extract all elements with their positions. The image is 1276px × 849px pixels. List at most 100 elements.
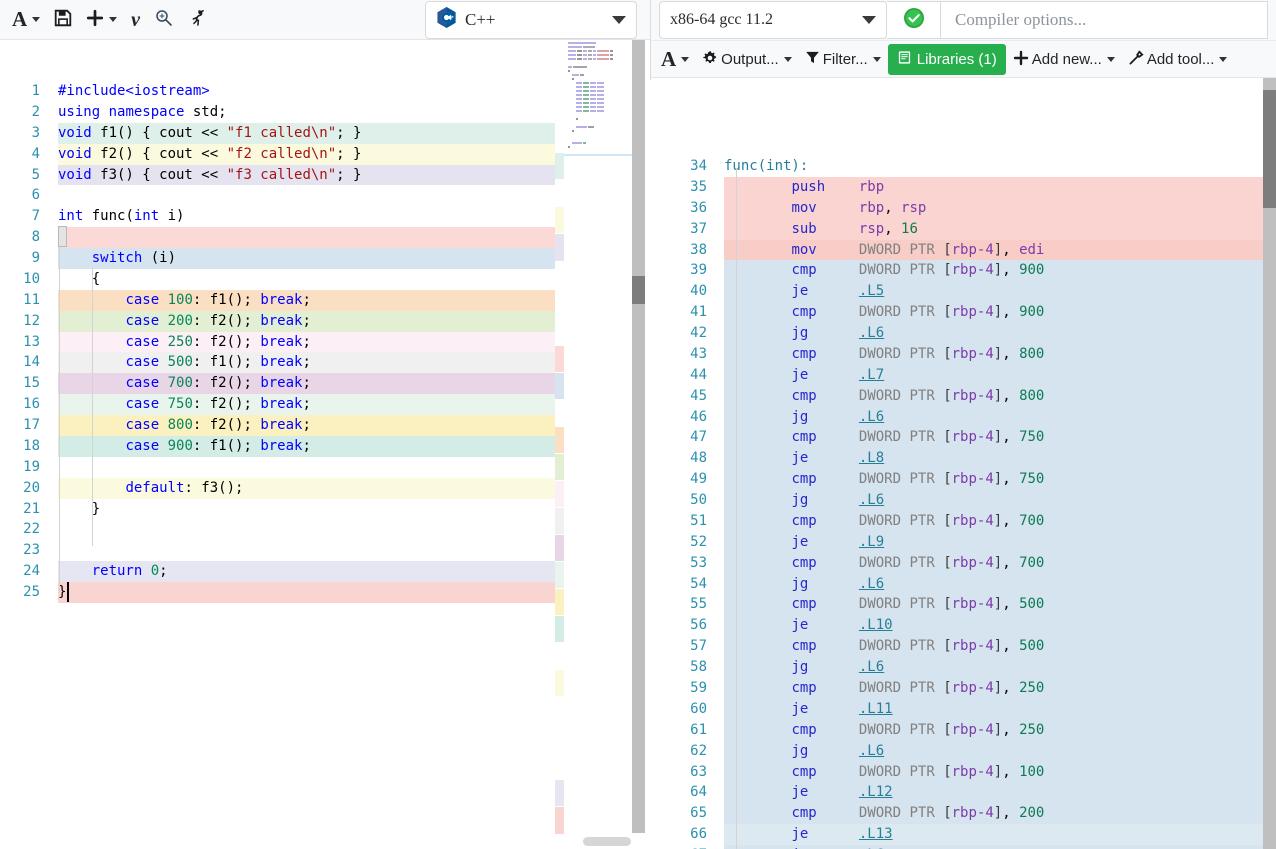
code-line[interactable]: 11 case 100: f1(); break; xyxy=(0,290,651,311)
code-line[interactable]: 55 cmp DWORD PTR [rbp-4], 500 xyxy=(651,594,1276,615)
code-line[interactable]: 16 case 750: f2(); break; xyxy=(0,394,651,415)
code-line[interactable]: 45 cmp DWORD PTR [rbp-4], 800 xyxy=(651,386,1276,407)
code-line[interactable]: 42 jg .L6 xyxy=(651,323,1276,344)
code-line[interactable]: 14 case 500: f1(); break; xyxy=(0,352,651,373)
assembly-output-editor[interactable]: 34func(int):35 push rbp36 mov rbp, rsp37… xyxy=(651,156,1276,849)
code-line[interactable]: 37 sub rsp, 16 xyxy=(651,219,1276,240)
code-line[interactable]: 67 jmp .L6 xyxy=(651,845,1276,849)
filter-button[interactable]: Filter... xyxy=(799,44,887,74)
code-line[interactable]: 63 cmp DWORD PTR [rbp-4], 100 xyxy=(651,762,1276,783)
code-line[interactable]: 18 case 900: f1(); break; xyxy=(0,436,651,457)
code-line[interactable]: 5void f3() { cout << "f3 called\n"; } xyxy=(0,165,651,186)
code-line[interactable]: 24 return 0; xyxy=(0,561,651,582)
code-line[interactable]: 13 case 250: f2(); break; xyxy=(0,332,651,353)
token[interactable]: .L5 xyxy=(859,283,884,299)
code-line[interactable]: 15 case 700: f2(); break; xyxy=(0,373,651,394)
code-line[interactable]: 23 xyxy=(0,540,651,561)
code-line[interactable]: 65 cmp DWORD PTR [rbp-4], 200 xyxy=(651,803,1276,824)
code-line[interactable]: 1#include<iostream> xyxy=(0,81,651,102)
code-line[interactable]: 25} xyxy=(0,582,651,603)
token: , xyxy=(1002,262,1019,278)
add-new-button[interactable]: Add new... xyxy=(1007,44,1121,74)
token[interactable]: .L6 xyxy=(859,743,884,759)
code-line[interactable]: 36 mov rbp, rsp xyxy=(651,198,1276,219)
code-line[interactable]: 54 jg .L6 xyxy=(651,574,1276,595)
source-horizontal-scrollbar[interactable] xyxy=(583,837,631,846)
code-line[interactable]: 20 default: f3(); xyxy=(0,478,651,499)
token[interactable]: .L8 xyxy=(859,450,884,466)
overview-ruler[interactable] xyxy=(555,40,564,849)
output-button[interactable]: Output... xyxy=(696,44,798,74)
token[interactable]: .L7 xyxy=(859,367,884,383)
token xyxy=(724,242,791,258)
code-line[interactable]: 56 je .L10 xyxy=(651,615,1276,636)
code-line[interactable]: 46 jg .L6 xyxy=(651,407,1276,428)
token[interactable]: .L6 xyxy=(859,576,884,592)
code-line[interactable]: 47 cmp DWORD PTR [rbp-4], 750 xyxy=(651,427,1276,448)
code-line[interactable]: 52 je .L9 xyxy=(651,532,1276,553)
code-line[interactable]: 2using namespace std; xyxy=(0,102,651,123)
minimap[interactable] xyxy=(564,40,632,849)
asm-font-size-button[interactable]: A xyxy=(655,44,695,74)
code-line[interactable]: 44 je .L7 xyxy=(651,365,1276,386)
code-line[interactable]: 51 cmp DWORD PTR [rbp-4], 700 xyxy=(651,511,1276,532)
compile-status[interactable] xyxy=(887,1,941,39)
overview-ruler-mark xyxy=(555,562,564,588)
code-line[interactable]: 8{ xyxy=(0,227,651,248)
code-line[interactable]: 35 push rbp xyxy=(651,177,1276,198)
code-line[interactable]: 59 cmp DWORD PTR [rbp-4], 250 xyxy=(651,678,1276,699)
token[interactable]: .L6 xyxy=(859,492,884,508)
code-line[interactable]: 60 je .L11 xyxy=(651,699,1276,720)
code-line[interactable]: 57 cmp DWORD PTR [rbp-4], 500 xyxy=(651,636,1276,657)
code-line[interactable]: 9 switch (i) xyxy=(0,248,651,269)
code-line[interactable]: 66 je .L13 xyxy=(651,824,1276,845)
token[interactable]: .L12 xyxy=(859,784,893,800)
asm-scrollbar-thumb[interactable] xyxy=(1263,90,1276,208)
token[interactable]: .L13 xyxy=(859,826,893,842)
code-line[interactable]: 38 mov DWORD PTR [rbp-4], edi xyxy=(651,240,1276,261)
code-line[interactable]: 6 xyxy=(0,185,651,206)
token[interactable]: .L11 xyxy=(859,701,893,717)
source-vertical-scrollbar[interactable] xyxy=(632,40,645,833)
ostrich-button[interactable] xyxy=(182,5,214,35)
code-line[interactable]: 49 cmp DWORD PTR [rbp-4], 750 xyxy=(651,469,1276,490)
code-line[interactable]: 53 cmp DWORD PTR [rbp-4], 700 xyxy=(651,553,1276,574)
code-line[interactable]: 12 case 200: f2(); break; xyxy=(0,311,651,332)
code-line[interactable]: 4void f2() { cout << "f2 called\n"; } xyxy=(0,144,651,165)
font-size-button[interactable]: A xyxy=(6,5,46,35)
code-line[interactable]: 3void f1() { cout << "f1 called\n"; } xyxy=(0,123,651,144)
add-tool-button[interactable]: Add tool... xyxy=(1122,44,1234,74)
language-select[interactable]: C++ xyxy=(425,1,637,39)
add-button[interactable] xyxy=(80,5,123,35)
code-line[interactable]: 58 jg .L6 xyxy=(651,657,1276,678)
code-line[interactable]: 61 cmp DWORD PTR [rbp-4], 250 xyxy=(651,720,1276,741)
code-line[interactable]: 40 je .L5 xyxy=(651,281,1276,302)
token[interactable]: .L10 xyxy=(859,617,893,633)
libraries-button[interactable]: Libraries (1) xyxy=(888,44,1006,75)
source-code-editor[interactable]: 1#include<iostream>2using namespace std;… xyxy=(0,80,651,849)
token[interactable]: .L6 xyxy=(859,659,884,675)
vim-mode-button[interactable]: v xyxy=(125,5,146,35)
code-line[interactable]: 43 cmp DWORD PTR [rbp-4], 800 xyxy=(651,344,1276,365)
code-line[interactable]: 39 cmp DWORD PTR [rbp-4], 900 xyxy=(651,260,1276,281)
code-line[interactable]: 7int func(int i) xyxy=(0,206,651,227)
code-line[interactable]: 64 je .L12 xyxy=(651,782,1276,803)
token[interactable]: .L6 xyxy=(859,325,884,341)
token[interactable]: .L6 xyxy=(859,409,884,425)
code-line[interactable]: 10 { xyxy=(0,269,651,290)
code-line[interactable]: 50 jg .L6 xyxy=(651,490,1276,511)
code-line[interactable]: 21 } xyxy=(0,499,651,520)
code-line[interactable]: 19 xyxy=(0,457,651,478)
code-line[interactable]: 22 xyxy=(0,519,651,540)
code-line[interactable]: 62 jg .L6 xyxy=(651,741,1276,762)
source-scrollbar-thumb[interactable] xyxy=(632,276,645,304)
code-line[interactable]: 34func(int): xyxy=(651,156,1276,177)
save-button[interactable] xyxy=(48,5,78,35)
compiler-select[interactable]: x86-64 gcc 11.2 xyxy=(659,1,887,39)
code-line[interactable]: 17 case 800: f2(); break; xyxy=(0,415,651,436)
code-line[interactable]: 41 cmp DWORD PTR [rbp-4], 900 xyxy=(651,302,1276,323)
find-button[interactable] xyxy=(148,5,180,35)
token[interactable]: .L9 xyxy=(859,534,884,550)
compiler-options-field[interactable]: Compiler options... xyxy=(941,1,1268,39)
code-line[interactable]: 48 je .L8 xyxy=(651,448,1276,469)
